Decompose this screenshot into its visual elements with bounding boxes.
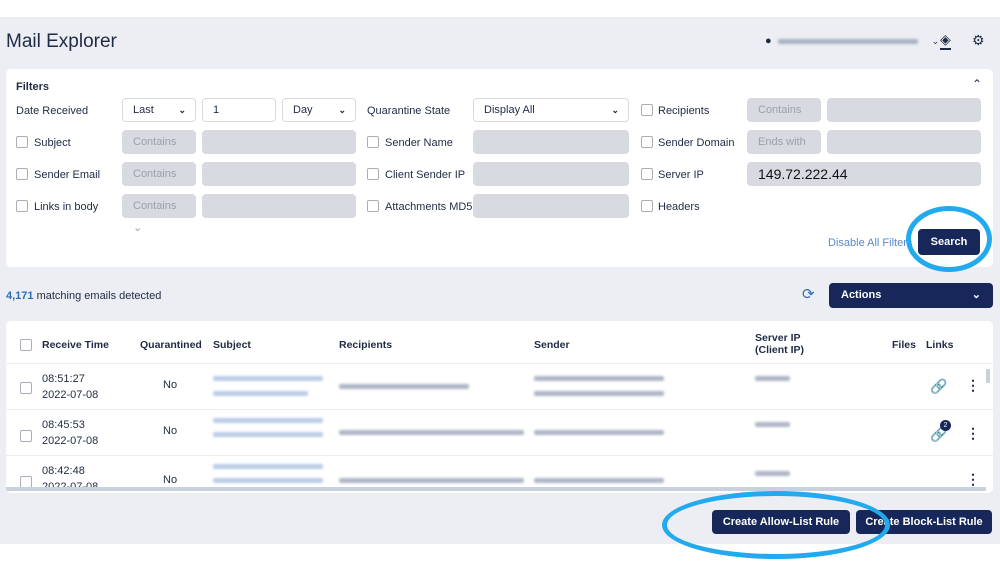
date-unit-select[interactable]: Day ⌄: [282, 98, 356, 122]
filters-title: Filters: [16, 81, 50, 93]
links-input[interactable]: [202, 194, 356, 218]
links-operator[interactable]: Contains ⌄: [122, 194, 196, 234]
attachments-md5-checkbox[interactable]: [367, 200, 379, 212]
server-ip-checkbox[interactable]: [641, 168, 653, 180]
col-files[interactable]: Files: [892, 339, 916, 351]
client-sender-ip-label: Client Sender IP: [385, 169, 466, 181]
sender-name-input[interactable]: [473, 130, 629, 154]
more-icon[interactable]: ⋮: [966, 471, 980, 488]
filters-panel: Filters ⌃ Date Received Last ⌄ 1 Day ⌄ Qua…: [6, 69, 993, 267]
user-email-blurred: [777, 38, 918, 44]
links-in-body-label: Links in body: [34, 201, 99, 213]
receive-time: 08:45:53 2022-07-08: [42, 419, 99, 447]
sender-email-checkbox[interactable]: [16, 168, 28, 180]
ip-blurred: [755, 422, 790, 427]
more-icon[interactable]: ⋮: [966, 377, 980, 394]
quarantined: No: [163, 474, 178, 486]
attachments-md5-input[interactable]: [473, 194, 629, 218]
sender-domain-input[interactable]: [827, 130, 981, 154]
row-checkbox[interactable]: [20, 382, 32, 394]
sender-blurred: [534, 376, 664, 381]
quarantine-state-label: Quarantine State: [367, 105, 451, 117]
date-amount-input[interactable]: 1: [202, 98, 276, 122]
col-quarantined[interactable]: Quarantined: [140, 339, 202, 351]
col-recipients[interactable]: Recipients: [339, 339, 392, 351]
recipient-blurred: [339, 384, 469, 389]
recipient-blurred: [339, 478, 524, 483]
date-received-label: Date Received: [16, 105, 89, 117]
client-sender-ip-checkbox[interactable]: [367, 168, 379, 180]
links-in-body-checkbox[interactable]: [16, 200, 28, 212]
more-icon[interactable]: ⋮: [966, 425, 980, 442]
sender-blurred: [534, 391, 664, 396]
recipients-checkbox[interactable]: [641, 104, 653, 116]
date-mode-select[interactable]: Last ⌄: [122, 98, 196, 122]
user-menu[interactable]: ● ⌄: [765, 35, 939, 47]
col-subject[interactable]: Subject: [213, 339, 251, 351]
horizontal-scrollbar[interactable]: [6, 487, 986, 491]
row-checkbox[interactable]: [20, 430, 32, 442]
subject-label: Subject: [34, 137, 71, 149]
links-count-badge: 2: [940, 420, 951, 431]
subject-blurred[interactable]: [213, 418, 323, 423]
sender-domain-checkbox[interactable]: [641, 136, 653, 148]
quarantined: No: [163, 425, 178, 437]
table-row[interactable]: 08:51:27 2022-07-08 No 🔗 ⋮: [6, 363, 993, 409]
recipients-operator[interactable]: Contains ⌄: [747, 98, 821, 138]
sender-email-operator[interactable]: Contains ⌄: [122, 162, 196, 202]
col-receive-time[interactable]: Receive Time: [42, 339, 109, 351]
ip-blurred: [755, 471, 790, 476]
user-icon: ●: [765, 35, 772, 47]
client-sender-ip-input[interactable]: [473, 162, 629, 186]
sender-name-checkbox[interactable]: [367, 136, 379, 148]
sender-blurred: [534, 430, 664, 435]
table-row[interactable]: 08:45:53 2022-07-08 No 🔗 2 ⋮: [6, 409, 993, 455]
col-sender[interactable]: Sender: [534, 339, 570, 351]
quarantine-state-select[interactable]: Display All ⌄: [473, 98, 629, 122]
recipient-blurred: [339, 430, 524, 435]
recipients-label: Recipients: [658, 105, 710, 117]
subject-blurred: [213, 391, 308, 396]
actions-dropdown[interactable]: Actions ⌄: [829, 283, 993, 308]
subject-checkbox[interactable]: [16, 136, 28, 148]
app: Mail Explorer ● ⌄ ◈ ⚙ Filters ⌃ Date Rec…: [0, 17, 1000, 559]
link-icon[interactable]: 🔗: [930, 378, 947, 395]
subject-input[interactable]: [202, 130, 356, 154]
attachments-md5-label: Attachments MD5: [385, 201, 473, 213]
page-title: Mail Explorer: [6, 31, 117, 52]
sender-blurred: [534, 478, 664, 483]
paint-bucket-icon[interactable]: ◈: [940, 31, 951, 50]
subject-blurred[interactable]: [213, 464, 323, 469]
subject-operator[interactable]: Contains ⌄: [122, 130, 196, 170]
sender-email-label: Sender Email: [34, 169, 101, 181]
results-count: 4,171 matching emails detected: [6, 290, 162, 302]
vertical-scrollbar[interactable]: [986, 369, 990, 383]
col-links[interactable]: Links: [926, 339, 953, 351]
sender-email-input[interactable]: [202, 162, 356, 186]
server-ip-label: Server IP: [658, 169, 704, 181]
subject-blurred: [213, 478, 323, 483]
chevron-down-icon: ⌄: [931, 35, 940, 46]
gear-icon[interactable]: ⚙: [972, 32, 985, 49]
highlight-ring: [906, 206, 992, 272]
sender-domain-label: Sender Domain: [658, 137, 735, 149]
col-server-ip[interactable]: Server IP (Client IP): [755, 332, 804, 356]
emails-table: Receive Time Quarantined Subject Recipie…: [6, 321, 993, 493]
select-all-checkbox[interactable]: [20, 339, 32, 351]
quarantined: No: [163, 379, 178, 391]
sender-domain-operator[interactable]: Ends with ⌄: [747, 130, 821, 170]
collapse-icon[interactable]: ⌃: [972, 77, 982, 91]
ip-blurred: [755, 376, 790, 381]
subject-blurred[interactable]: [213, 376, 323, 381]
disable-all-filters-link[interactable]: Disable All Filters: [828, 237, 912, 249]
subject-blurred: [213, 432, 323, 437]
headers-checkbox[interactable]: [641, 200, 653, 212]
refresh-icon[interactable]: ⟳: [802, 285, 815, 303]
sender-name-label: Sender Name: [385, 137, 453, 149]
receive-time: 08:51:27 2022-07-08: [42, 373, 99, 401]
create-allow-list-rule-button[interactable]: Create Allow-List Rule: [712, 510, 850, 534]
recipients-input[interactable]: [827, 98, 981, 122]
headers-label: Headers: [658, 201, 700, 213]
server-ip-input[interactable]: 149.72.222.44: [747, 162, 981, 186]
